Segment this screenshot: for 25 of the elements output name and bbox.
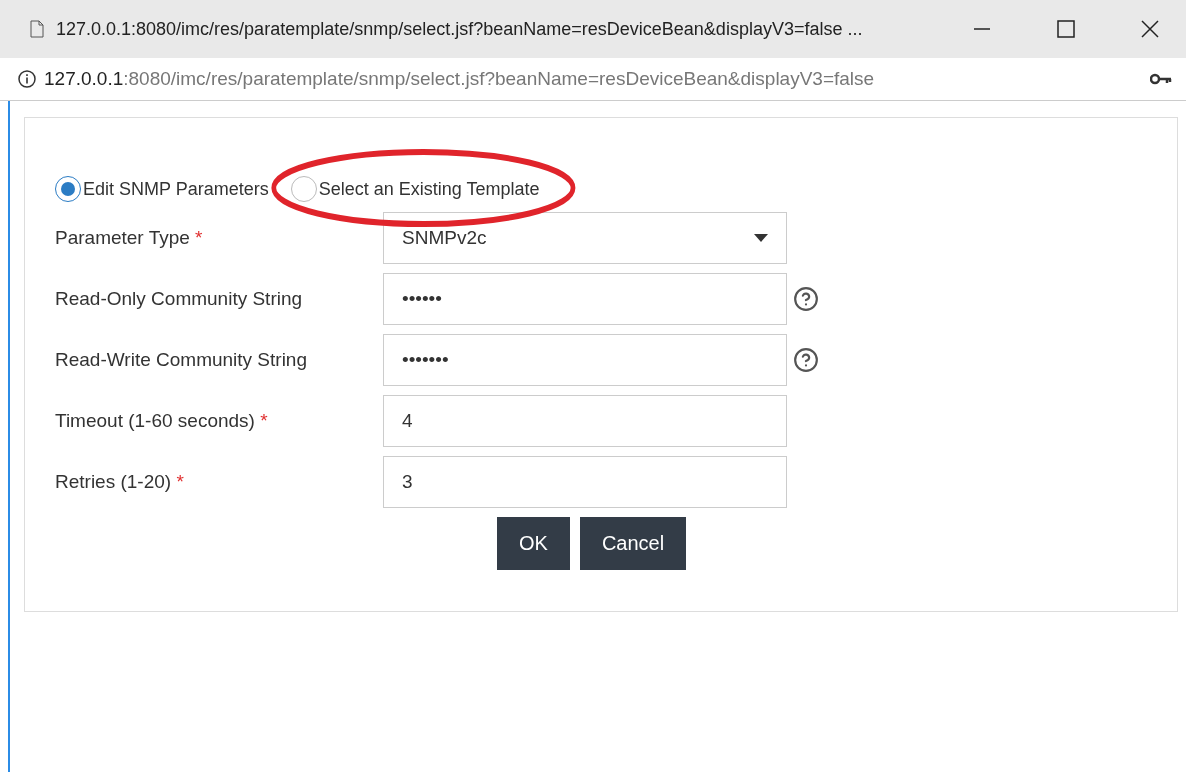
- maximize-icon: [1057, 20, 1075, 38]
- input-field[interactable]: •••••••: [383, 334, 787, 386]
- input-field[interactable]: 4: [383, 395, 787, 447]
- input-field[interactable]: ••••••: [383, 273, 787, 325]
- dialog-button[interactable]: OK: [497, 517, 570, 570]
- field-label: Timeout (1-60 seconds) *: [55, 410, 269, 432]
- field-label: Parameter Type *: [55, 227, 204, 249]
- key-icon[interactable]: [1150, 73, 1172, 85]
- help-icon[interactable]: [793, 286, 819, 312]
- minimize-icon: [973, 28, 991, 30]
- field-label: Retries (1-20) *: [55, 471, 185, 493]
- field-label: Read-Only Community String: [55, 288, 304, 310]
- radio-option[interactable]: Edit SNMP Parameters: [55, 176, 269, 202]
- field-label: Read-Write Community String: [55, 349, 308, 371]
- select-field[interactable]: SNMPv2c: [383, 212, 787, 264]
- url-path: :8080/imc/res/paratemplate/snmp/select.jsf?beanName=resDeviceBean&displayV3=false: [123, 68, 875, 90]
- document-icon: [30, 20, 44, 38]
- window-title: 127.0.0.1:8080/imc/res/paratemplate/snmp/select.jsf?beanName=resDeviceBean&displayV3=false ...: [56, 18, 864, 40]
- info-icon[interactable]: [18, 70, 36, 88]
- close-icon: [1141, 20, 1159, 38]
- url-host: 127.0.0.1: [44, 68, 124, 90]
- caret-icon: [754, 234, 768, 242]
- input-field[interactable]: 3: [383, 456, 787, 508]
- dialog-button[interactable]: Cancel: [579, 517, 687, 570]
- help-icon[interactable]: [793, 347, 819, 373]
